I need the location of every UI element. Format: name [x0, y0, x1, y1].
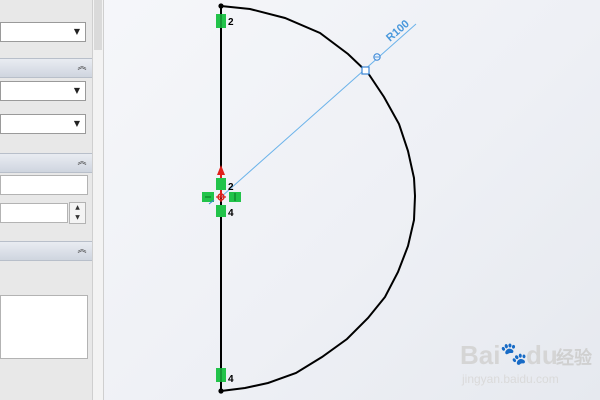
section-header-1[interactable]: ︽: [0, 58, 92, 78]
watermark-brand: Bai: [460, 340, 501, 370]
chevron-down-icon: ▼: [73, 27, 81, 36]
scrollbar-thumb[interactable]: [94, 0, 102, 50]
collapse-icon[interactable]: ︽: [76, 244, 88, 256]
baidu-watermark: Bai 🐾 du 经验 jingyan.baidu.com: [460, 338, 596, 394]
relation-label-center-lower: 4: [228, 208, 234, 219]
sketch-arc[interactable]: [220, 5, 417, 392]
top-dropdown[interactable]: ▼: [0, 22, 86, 42]
watermark-paw-icon: 🐾: [500, 342, 528, 367]
section-header-3[interactable]: ︽: [0, 241, 92, 261]
endpoint-top[interactable]: [218, 3, 224, 9]
section2-input-2[interactable]: [0, 203, 68, 223]
relation-label-top: 2: [228, 17, 234, 28]
endpoint-bottom[interactable]: [218, 388, 224, 394]
section1-dropdown-1[interactable]: ▼: [0, 81, 86, 101]
radius-dimension-line[interactable]: [220, 23, 417, 198]
collapse-icon[interactable]: ︽: [76, 61, 88, 73]
chevron-down-icon: ▼: [73, 86, 81, 95]
watermark-url: jingyan.baidu.com: [462, 372, 559, 386]
relation-label-bottom: 4: [228, 374, 234, 385]
dimension-arrow-square[interactable]: [361, 66, 370, 75]
chevron-down-icon: ▼: [73, 119, 81, 128]
relation-marker-center-upper[interactable]: [216, 178, 226, 190]
section2-spinner[interactable]: ▲ ▼: [69, 202, 86, 224]
collapse-icon[interactable]: ︽: [76, 156, 88, 168]
section2-input-1[interactable]: [0, 175, 88, 195]
property-manager-panel: ▼ ︽ ▼ ▼ ︽ ▲ ▼ ︽: [0, 0, 93, 400]
section-header-2[interactable]: ︽: [0, 153, 92, 173]
origin-arrow-up-icon: [217, 165, 225, 175]
section1-dropdown-2[interactable]: ▼: [0, 114, 86, 134]
section3-listbox[interactable]: [0, 295, 88, 359]
relation-label-center-upper: 2: [228, 182, 234, 193]
relation-marker-center-lower[interactable]: [216, 205, 226, 217]
watermark-du: du: [526, 340, 558, 370]
graphics-area[interactable]: R100 2 2 4 4 Bai 🐾 du 经验 jingyan.baidu.c…: [103, 0, 600, 400]
watermark-cn: 经验: [556, 348, 592, 369]
